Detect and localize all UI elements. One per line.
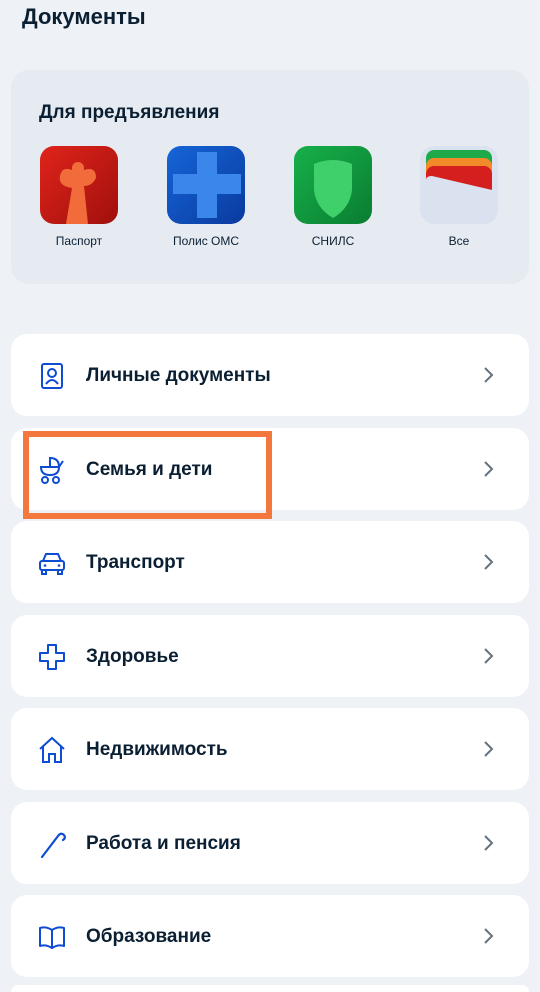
doc-tile-snils[interactable]: СНИЛС	[283, 146, 383, 248]
category-health[interactable]: Здоровье	[11, 615, 529, 697]
page-title: Документы	[22, 4, 146, 29]
presentation-title: Для предъявления	[39, 102, 220, 123]
category-family-children[interactable]: Семья и дети	[11, 428, 529, 510]
doc-label-snils: СНИЛС	[311, 234, 355, 248]
category-education[interactable]: Образование	[11, 895, 529, 977]
category-label: Семья и дети	[86, 459, 213, 480]
chevron-right-icon	[484, 835, 494, 851]
category-work-pension[interactable]: Работа и пенсия	[11, 802, 529, 884]
category-personal-docs[interactable]: Личные документы	[11, 334, 529, 416]
category-label: Недвижимость	[86, 739, 228, 760]
doc-label-passport: Паспорт	[55, 234, 103, 248]
doc-label-oms: Полис ОМС	[172, 234, 240, 248]
medical-cross-icon	[39, 644, 65, 670]
passport-icon	[40, 146, 118, 224]
chevron-right-icon	[484, 928, 494, 944]
category-label: Здоровье	[86, 646, 179, 667]
chevron-right-icon	[484, 367, 494, 383]
category-label: Транспорт	[86, 552, 185, 573]
chevron-right-icon	[484, 648, 494, 664]
category-transport[interactable]: Транспорт	[11, 521, 529, 603]
oms-policy-icon	[167, 146, 245, 224]
doc-tile-oms[interactable]: Полис ОМС	[156, 146, 256, 248]
book-icon	[39, 926, 65, 949]
chevron-right-icon	[484, 554, 494, 570]
category-label: Образование	[86, 926, 212, 947]
id-card-icon	[41, 363, 63, 389]
snils-icon	[294, 146, 372, 224]
baby-stroller-icon	[39, 456, 64, 484]
category-next-partial[interactable]	[11, 985, 529, 992]
doc-label-all: Все	[448, 234, 470, 248]
cane-icon	[40, 832, 66, 859]
category-label: Личные документы	[86, 365, 271, 386]
wallet-icon	[420, 146, 498, 224]
car-icon	[39, 553, 65, 575]
presentation-card: Для предъявления Паспорт Полис ОМС СНИЛС…	[11, 70, 529, 284]
doc-tile-all[interactable]: Все	[409, 146, 509, 248]
category-label: Работа и пенсия	[86, 833, 241, 854]
house-icon	[39, 736, 65, 763]
chevron-right-icon	[484, 461, 494, 477]
category-real-estate[interactable]: Недвижимость	[11, 708, 529, 790]
chevron-right-icon	[484, 741, 494, 757]
doc-tile-passport[interactable]: Паспорт	[29, 146, 129, 248]
